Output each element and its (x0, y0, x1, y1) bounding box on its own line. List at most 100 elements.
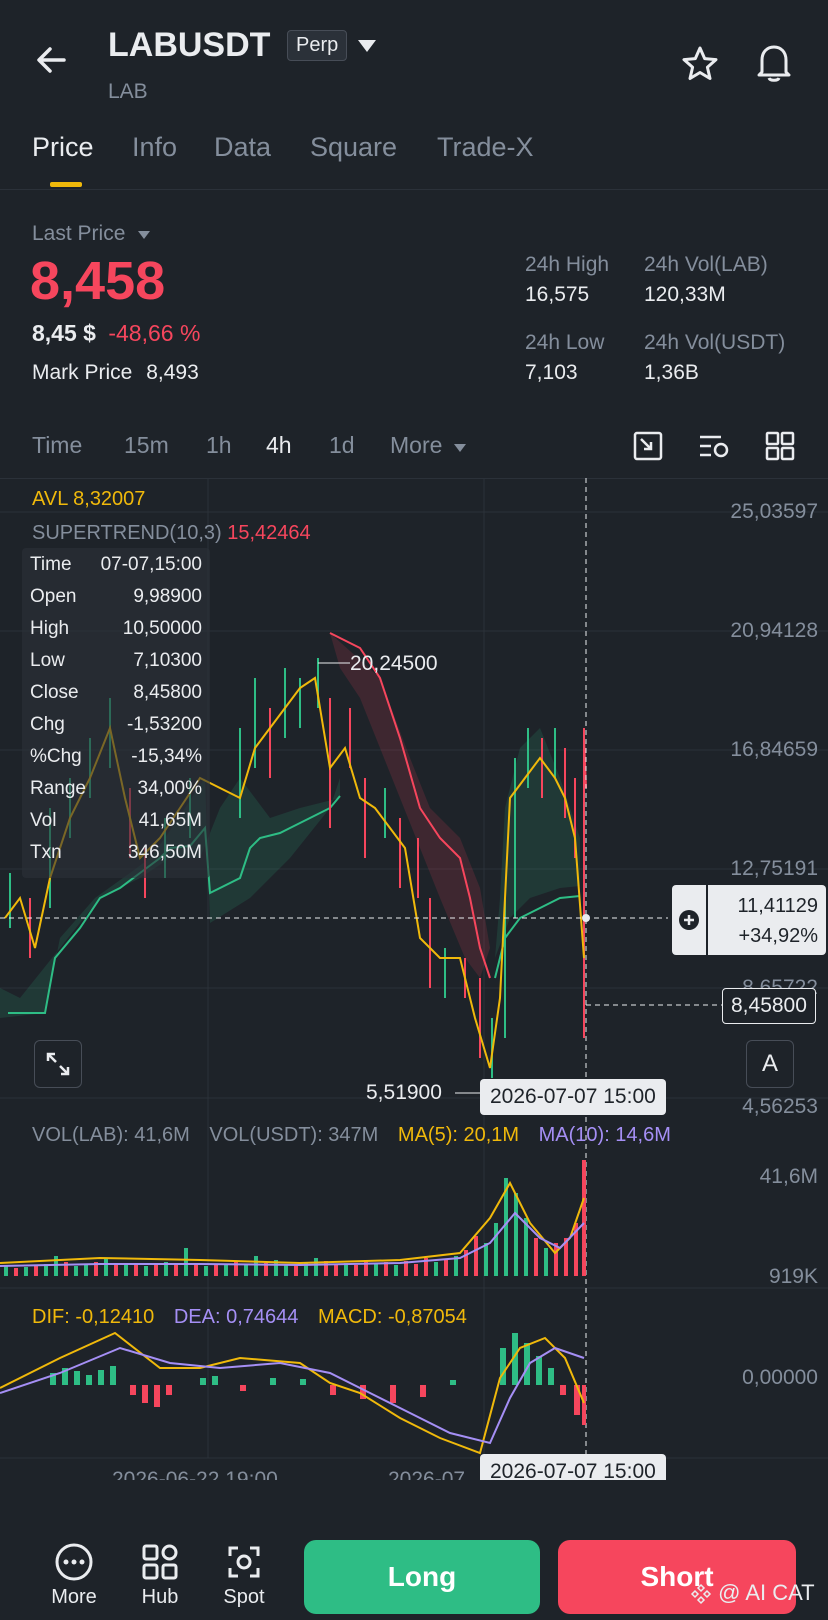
nav-spot[interactable]: Spot (208, 1542, 280, 1614)
price-axis-label: 12,75191 (730, 857, 818, 880)
nav-hub[interactable]: Hub (124, 1542, 196, 1614)
vol-ma10-indicator: MA(10): 14,6M (538, 1124, 671, 1146)
last-price-selector[interactable]: Last Price (32, 222, 151, 246)
tab-price[interactable]: Price (32, 132, 94, 163)
tooltip-key: Txn (30, 842, 62, 863)
back-button[interactable] (30, 38, 74, 82)
tooltip-value: -1,53200 (126, 714, 202, 735)
vol-lab-label: 24h Vol(LAB) (644, 253, 768, 276)
auto-scale-label: A (761, 1050, 778, 1077)
fullscreen-button[interactable] (34, 1040, 82, 1088)
macd-value: MACD: -0,87054 (317, 1306, 467, 1328)
crosshair-time-tag: 2026-07-07 15:00 (480, 1079, 666, 1115)
usd-value: 8,45 $ (32, 320, 96, 346)
symbol-title[interactable]: LABUSDT (108, 26, 270, 65)
low-value: 7,103 (525, 361, 578, 384)
crosshair-dot (582, 914, 590, 922)
mark-price-row: Mark Price 8,493 (32, 361, 199, 385)
avl-indicator: AVL 8,32007 (32, 488, 146, 510)
tab-data[interactable]: Data (214, 132, 271, 163)
watermark: @ AI CAT (690, 1580, 815, 1606)
tab-trade-x[interactable]: Trade-X (437, 132, 534, 163)
vol-usdt-value: 1,36B (644, 361, 699, 384)
macd-axis-zero: 0,00000 (742, 1366, 818, 1389)
supertrend-label: SUPERTREND(10,3) (32, 522, 222, 544)
macd-dif-line (0, 1331, 585, 1455)
tooltip-key: Chg (30, 714, 65, 735)
caret-down-icon (138, 231, 151, 239)
caret-down-icon (358, 40, 376, 52)
price-axis-label: 25,03597 (730, 500, 818, 523)
long-button[interactable]: Long (304, 1540, 540, 1614)
indicator-settings-button[interactable] (697, 430, 731, 467)
tooltip-value: 41,65M (138, 810, 202, 831)
tooltip-value: 10,50000 (122, 618, 202, 639)
macd-dea: DEA: 0,74644 (173, 1306, 299, 1328)
price-usd-row: 8,45 $ -48,66 % (32, 320, 200, 347)
timeframe-more[interactable]: More (390, 432, 467, 459)
watermark-text: @ AI CAT (718, 1580, 815, 1605)
grid-layout-icon (765, 431, 795, 461)
volume-legend: VOL(LAB): 41,6M VOL(USDT): 347M MA(5): 2… (32, 1124, 671, 1147)
vol-usdt-indicator: VOL(USDT): 347M (209, 1124, 379, 1146)
nav-spot-label: Spot (223, 1586, 265, 1608)
low-label: 24h Low (525, 331, 605, 354)
timeframe-time[interactable]: Time (32, 432, 82, 459)
tooltip-key: Open (30, 586, 77, 607)
tab-active-indicator (50, 182, 82, 187)
tooltip-key: Range (30, 778, 86, 799)
tooltip-key: High (30, 618, 70, 639)
crosshair-price-box[interactable]: 11,41129 +34,92% (672, 885, 826, 955)
expand-icon (46, 1052, 70, 1076)
timeframe-1h[interactable]: 1h (206, 432, 232, 459)
chart-snapshot-button[interactable] (632, 430, 664, 467)
auto-scale-button[interactable]: A (746, 1040, 794, 1088)
current-price-tag: 8,45800 (722, 988, 816, 1024)
price-axis-label: 4,56253 (742, 1095, 818, 1118)
tooltip-key: Vol (30, 810, 57, 831)
add-order-button[interactable] (672, 885, 708, 955)
volume-axis-bottom: 919K (768, 1265, 818, 1288)
caret-down-icon (453, 444, 466, 452)
timeframe-1d[interactable]: 1d (329, 432, 355, 459)
nav-more[interactable]: More (38, 1542, 110, 1614)
macd-legend: DIF: -0,12410 DEA: 0,74644 MACD: -0,8705… (32, 1306, 467, 1329)
tab-square[interactable]: Square (310, 132, 397, 163)
chart-snapshot-icon (633, 431, 663, 461)
tooltip-value: 34,00% (137, 778, 202, 799)
back-arrow-icon (37, 47, 66, 73)
indicator-settings-icon (700, 435, 729, 458)
more-dots-icon (55, 1543, 93, 1581)
mark-price-value: 8,493 (146, 361, 199, 384)
alert-button[interactable] (754, 42, 794, 89)
supertrend-down-fill (330, 633, 490, 978)
vol-lab-value: 120,33M (644, 283, 726, 306)
mark-price-label: Mark Price (32, 361, 133, 384)
timeframe-more-label: More (390, 432, 443, 458)
star-icon (682, 46, 718, 80)
nav-hub-label: Hub (141, 1586, 179, 1608)
hub-grid-icon (142, 1544, 178, 1580)
tab-info[interactable]: Info (132, 132, 177, 163)
symbol-subtitle: LAB (108, 80, 148, 103)
change-percent: -48,66 % (108, 320, 201, 346)
tooltip-value: -15,34% (131, 746, 202, 767)
macd-dif: DIF: -0,12410 (32, 1306, 155, 1328)
grid-layout-button[interactable] (764, 430, 796, 467)
symbol-dropdown[interactable] (356, 38, 378, 59)
perp-badge: Perp (287, 30, 348, 61)
tooltip-value: 07-07,15:00 (100, 554, 202, 575)
tooltip-value: 7,10300 (133, 650, 202, 671)
timeframe-15m[interactable]: 15m (124, 432, 169, 459)
high-value: 16,575 (525, 283, 590, 306)
favorite-button[interactable] (680, 44, 720, 89)
price-axis-label: 20,94128 (730, 619, 818, 642)
vol-usdt-label: 24h Vol(USDT) (644, 331, 786, 354)
supertrend-indicator: SUPERTREND(10,3) 15,42464 (32, 522, 311, 545)
tooltip-key: %Chg (30, 746, 82, 767)
tabs-divider (0, 189, 828, 190)
price-axis-label: 16,84659 (730, 738, 818, 761)
binance-diamond-icon (690, 1584, 712, 1605)
timeframe-4h[interactable]: 4h (266, 432, 292, 459)
nav-more-label: More (51, 1586, 97, 1608)
